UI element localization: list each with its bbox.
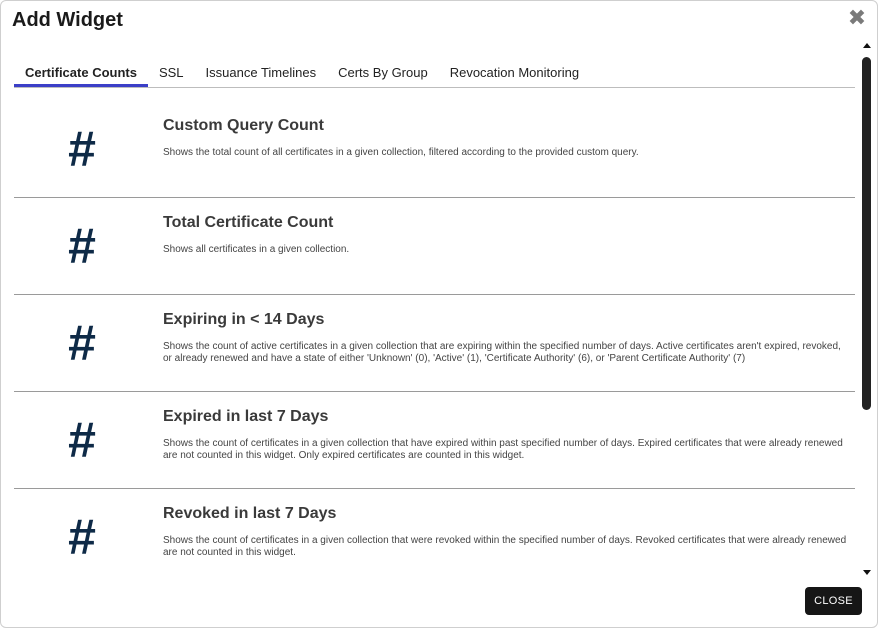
dialog-title: Add Widget	[12, 9, 123, 31]
widget-list: # Custom Query Count Shows the total cou…	[14, 101, 855, 573]
scrollbar-thumb[interactable]	[862, 57, 871, 410]
hash-icon: #	[68, 218, 96, 274]
widget-description: Shows the total count of all certificate…	[163, 147, 639, 158]
widget-description: Shows all certificates in a given collec…	[163, 244, 350, 255]
scroll-down-icon[interactable]	[863, 570, 871, 575]
widget-title: Total Certificate Count	[163, 214, 334, 231]
widget-category-tabs: Certificate Counts SSL Issuance Timeline…	[14, 59, 855, 88]
close-icon[interactable]: ✖	[847, 7, 867, 29]
widget-title: Expiring in < 14 Days	[163, 311, 325, 328]
tab-certificate-counts[interactable]: Certificate Counts	[14, 59, 148, 87]
widget-title: Expired in last 7 Days	[163, 408, 329, 425]
widget-item-expiring-in-14-days[interactable]: # Expiring in < 14 Days Shows the count …	[14, 295, 855, 392]
widget-description: Shows the count of certificates in a giv…	[163, 535, 847, 558]
scroll-up-icon[interactable]	[863, 43, 871, 48]
hash-icon: #	[68, 412, 96, 468]
tab-certs-by-group[interactable]: Certs By Group	[327, 59, 439, 87]
widget-list-scrollbar[interactable]	[861, 43, 873, 575]
widget-title: Revoked in last 7 Days	[163, 505, 337, 522]
tab-revocation-monitoring[interactable]: Revocation Monitoring	[439, 59, 590, 87]
widget-title: Custom Query Count	[163, 117, 324, 134]
widget-item-revoked-in-last-7-days[interactable]: # Revoked in last 7 Days Shows the count…	[14, 489, 855, 573]
hash-icon: #	[68, 315, 96, 371]
hash-icon: #	[68, 509, 96, 565]
widget-item-expired-in-last-7-days[interactable]: # Expired in last 7 Days Shows the count…	[14, 392, 855, 489]
tab-ssl[interactable]: SSL	[148, 59, 195, 87]
widget-item-total-certificate-count[interactable]: # Total Certificate Count Shows all cert…	[14, 198, 855, 295]
add-widget-dialog: Add Widget ✖ Certificate Counts SSL Issu…	[0, 0, 878, 628]
widget-item-custom-query-count[interactable]: # Custom Query Count Shows the total cou…	[14, 101, 855, 198]
widget-description: Shows the count of active certificates i…	[163, 341, 841, 364]
widget-description: Shows the count of certificates in a giv…	[163, 438, 843, 461]
tab-issuance-timelines[interactable]: Issuance Timelines	[195, 59, 328, 87]
hash-icon: #	[68, 121, 96, 177]
close-button[interactable]: CLOSE	[805, 587, 862, 615]
